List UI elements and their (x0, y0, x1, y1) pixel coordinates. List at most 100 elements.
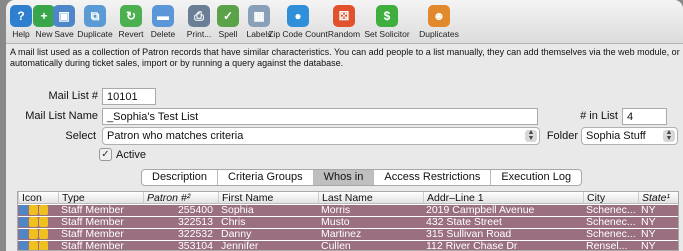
column-header[interactable]: Icon (18, 192, 58, 204)
help-button[interactable]: ? Help (10, 0, 32, 44)
patron-type-icon (19, 217, 48, 228)
chevron-updown-icon: ▲ ▼ (663, 129, 675, 142)
patron-type-icon (19, 205, 48, 216)
table-row[interactable]: Staff Member 322532 Danny Martinez 315 Sulli… (18, 229, 678, 240)
people-duplicates-icon: ☻ (428, 5, 450, 27)
cell-patron: 322513 (177, 217, 213, 228)
mail-list-name-label: Mail List Name (25, 110, 98, 122)
dice-icon: ⚄ (333, 5, 355, 27)
in-list-label: # in List (580, 110, 618, 122)
duplicate-label: Duplicate (77, 29, 113, 39)
cell-last: Morris (321, 205, 351, 216)
select-label: Select (65, 130, 96, 142)
tab-access-restrictions[interactable]: Access Restrictions (374, 170, 492, 185)
mail-list-name-field[interactable]: _Sophia's Test List (102, 108, 538, 125)
globe-icon: ● (287, 5, 309, 27)
column-header[interactable]: Addr–Line 1 (423, 192, 583, 204)
mail-list-number-field[interactable]: 10101 (102, 88, 156, 105)
column-header[interactable]: First Name (218, 192, 318, 204)
save-button[interactable]: ▣ Save (53, 0, 75, 44)
cell-type: Staff Member (61, 205, 124, 216)
tab-whos-in[interactable]: Whos in (313, 170, 375, 185)
mail-list-window: ? Help + New ▣ Save ⧉ Duplicate ↻ Revert ▬ Delete ⎙ P… (6, 0, 683, 251)
mail-list-number-label: Mail List # (48, 90, 98, 102)
column-header[interactable]: Type (58, 192, 143, 204)
help-label: Help (12, 29, 30, 39)
cell-last: Musto (321, 217, 350, 228)
folder-label: Folder (546, 130, 578, 142)
delete-button[interactable]: ▬ Delete (150, 0, 176, 44)
duplicates-button[interactable]: ☻ Duplicates (414, 0, 464, 44)
table-row[interactable]: Staff Member 255400 Sophia Morris 2019 Campb… (18, 205, 678, 216)
tab-criteria-groups[interactable]: Criteria Groups (218, 170, 314, 185)
cell-patron: 255400 (177, 205, 213, 216)
cell-city: Schenec... (586, 229, 636, 240)
cell-first: Sophia (221, 205, 254, 216)
column-header[interactable]: Patron #² (143, 192, 218, 204)
tab-description[interactable]: Description (142, 170, 219, 185)
save-label: Save (54, 29, 74, 39)
print-button[interactable]: ⎙ Print... (182, 0, 216, 44)
duplicate-icon: ⧉ (84, 5, 106, 27)
cell-first: Danny (221, 229, 252, 240)
revert-label: Revert (118, 29, 144, 39)
folder-dropdown[interactable]: Sophia Stuff ▲ ▼ (581, 127, 678, 145)
column-header[interactable]: Last Name (318, 192, 423, 204)
cell-addr: 315 Sullivan Road (426, 229, 512, 240)
active-checkbox[interactable]: ✓ (99, 148, 112, 161)
random-label: Random (327, 29, 361, 39)
select-criteria-value: Patron who matches criteria (107, 130, 244, 142)
select-criteria-dropdown[interactable]: Patron who matches criteria ▲ ▼ (102, 127, 540, 145)
delete-label: Delete (150, 29, 176, 39)
new-plus-icon: + (33, 5, 55, 27)
zip-button[interactable]: ● Zip Code Count (268, 0, 328, 44)
cell-type: Staff Member (61, 229, 124, 240)
cell-city: Rensel... (586, 241, 628, 251)
folder-value: Sophia Stuff (586, 130, 646, 142)
spell-label: Spell (218, 29, 238, 39)
labels-grid-icon: ▦ (248, 5, 270, 27)
cell-state: NY (641, 217, 656, 228)
save-disk-icon: ▣ (53, 5, 75, 27)
cell-last: Cullen (321, 241, 351, 251)
dollar-icon: $ (376, 5, 398, 27)
spellcheck-icon: ✓ (217, 5, 239, 27)
active-label: Active (116, 149, 146, 161)
cell-addr: 112 River Chase Dr (426, 241, 518, 251)
cell-type: Staff Member (61, 241, 124, 251)
cell-patron: 322532 (177, 229, 213, 240)
duplicates-label: Duplicates (419, 29, 459, 39)
patron-type-icon (19, 241, 48, 250)
tab-execution-log[interactable]: Execution Log (491, 170, 581, 185)
column-header[interactable]: City (583, 192, 638, 204)
whos-in-grid: Icon Type Patron #² First Name Last Name Addr… (17, 191, 679, 251)
table-row[interactable]: Staff Member 322513 Chris Musto 432 State St… (18, 217, 678, 228)
cell-last: Martinez (321, 229, 362, 240)
new-label: New (35, 29, 53, 39)
cell-patron: 353104 (177, 241, 213, 251)
chevron-updown-icon: ▲ ▼ (525, 129, 537, 142)
spell-button[interactable]: ✓ Spell (216, 0, 240, 44)
cell-state: NY (641, 241, 656, 251)
toolbar: ? Help + New ▣ Save ⧉ Duplicate ↻ Revert ▬ Delete ⎙ P… (6, 0, 683, 44)
duplicate-button[interactable]: ⧉ Duplicate (77, 0, 113, 44)
cell-state: NY (641, 229, 656, 240)
random-button[interactable]: ⚄ Random (326, 0, 362, 44)
revert-button[interactable]: ↻ Revert (118, 0, 144, 44)
printer-icon: ⎙ (188, 5, 210, 27)
in-list-count-field[interactable]: 4 (622, 108, 667, 125)
table-row[interactable]: Staff Member 353104 Jennifer Cullen 112 Rive… (18, 241, 678, 251)
description-text: A mail list used as a collection of Patr… (10, 47, 680, 68)
solicitor-button[interactable]: $ Set Solicitor (364, 0, 410, 44)
cell-addr: 432 State Street (426, 217, 502, 228)
column-header[interactable]: State¹ (638, 192, 678, 204)
patron-type-icon (19, 229, 48, 240)
revert-arrows-icon: ↻ (120, 5, 142, 27)
new-button[interactable]: + New (33, 0, 55, 44)
cell-first: Jennifer (221, 241, 259, 251)
cell-city: Schenec... (586, 217, 636, 228)
cell-city: Schenec... (586, 205, 636, 216)
cell-addr: 2019 Campbell Avenue (426, 205, 535, 216)
zip-label: Zip Code Count (268, 29, 328, 39)
cell-first: Chris (221, 217, 246, 228)
